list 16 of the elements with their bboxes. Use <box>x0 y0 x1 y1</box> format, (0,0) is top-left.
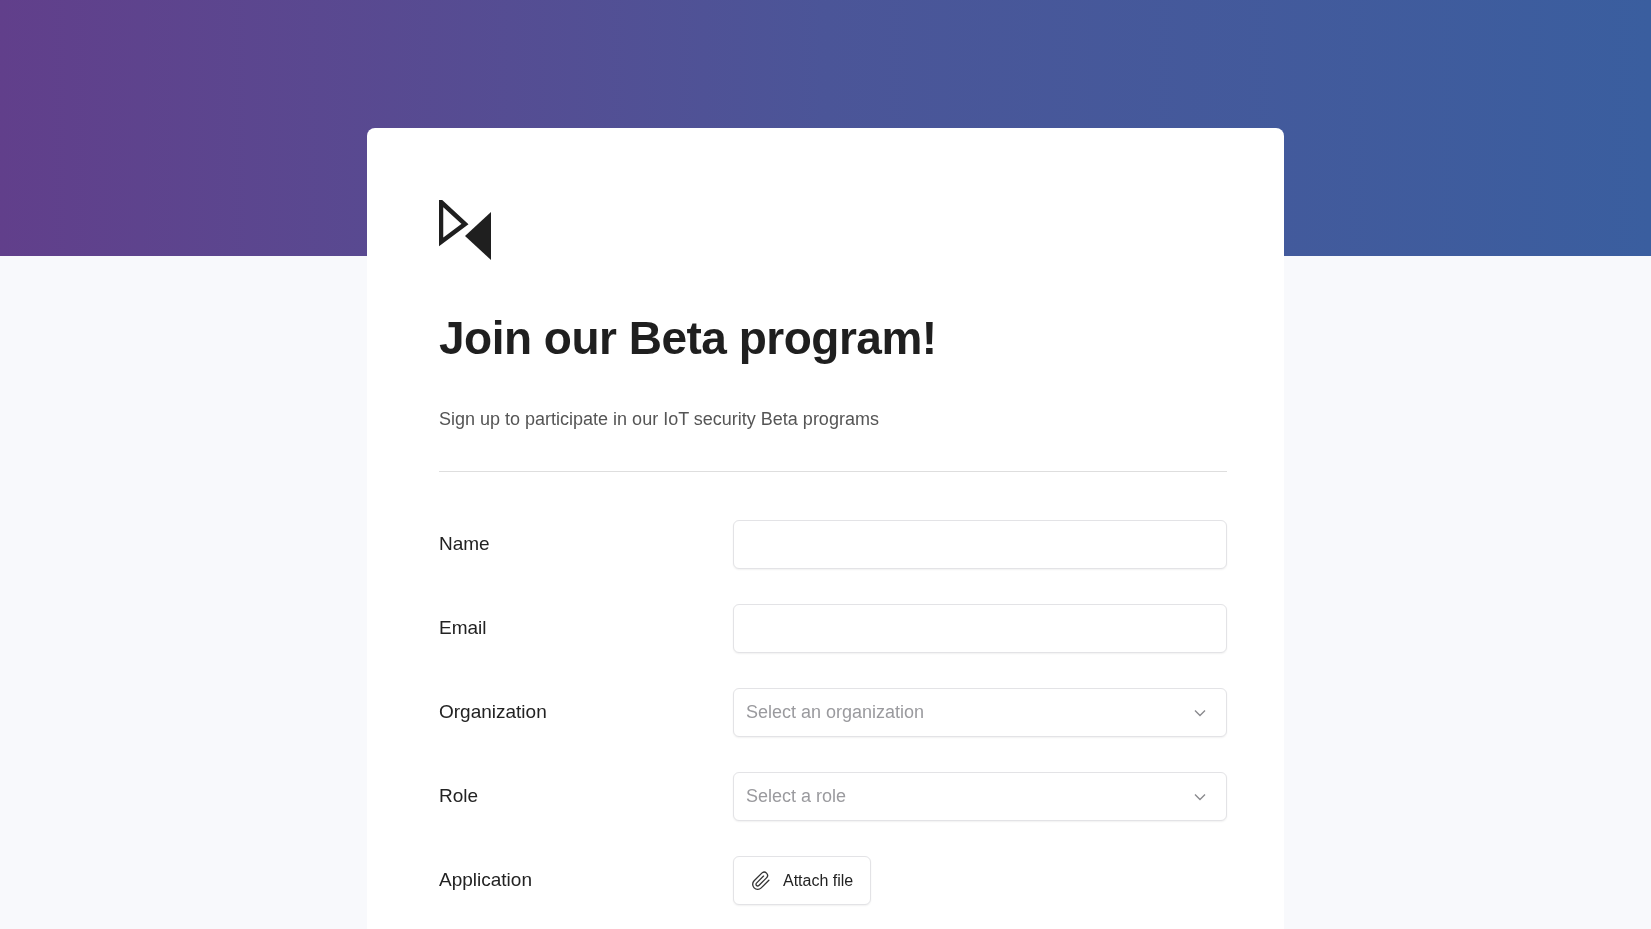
chevron-down-icon <box>1194 792 1206 801</box>
page-subtitle: Sign up to participate in our IoT security Beta programs <box>439 408 880 431</box>
attach-file-button[interactable]: Attach file <box>733 856 872 905</box>
text-field[interactable] <box>733 520 1227 569</box>
field-label: Name <box>439 532 491 557</box>
select-field[interactable]: Select a role <box>733 772 1227 821</box>
field-label: Role <box>439 784 480 809</box>
paperclip-icon <box>751 870 771 891</box>
chevron-down-icon <box>1194 708 1206 717</box>
select-field[interactable]: Select an organization <box>733 688 1227 737</box>
logo-icon <box>439 200 492 260</box>
field-label: Application <box>439 868 533 893</box>
page-title: Join our Beta program! <box>439 311 938 366</box>
field-label: Email <box>439 616 488 641</box>
text-field[interactable] <box>733 604 1227 653</box>
field-label: Organization <box>439 700 548 725</box>
